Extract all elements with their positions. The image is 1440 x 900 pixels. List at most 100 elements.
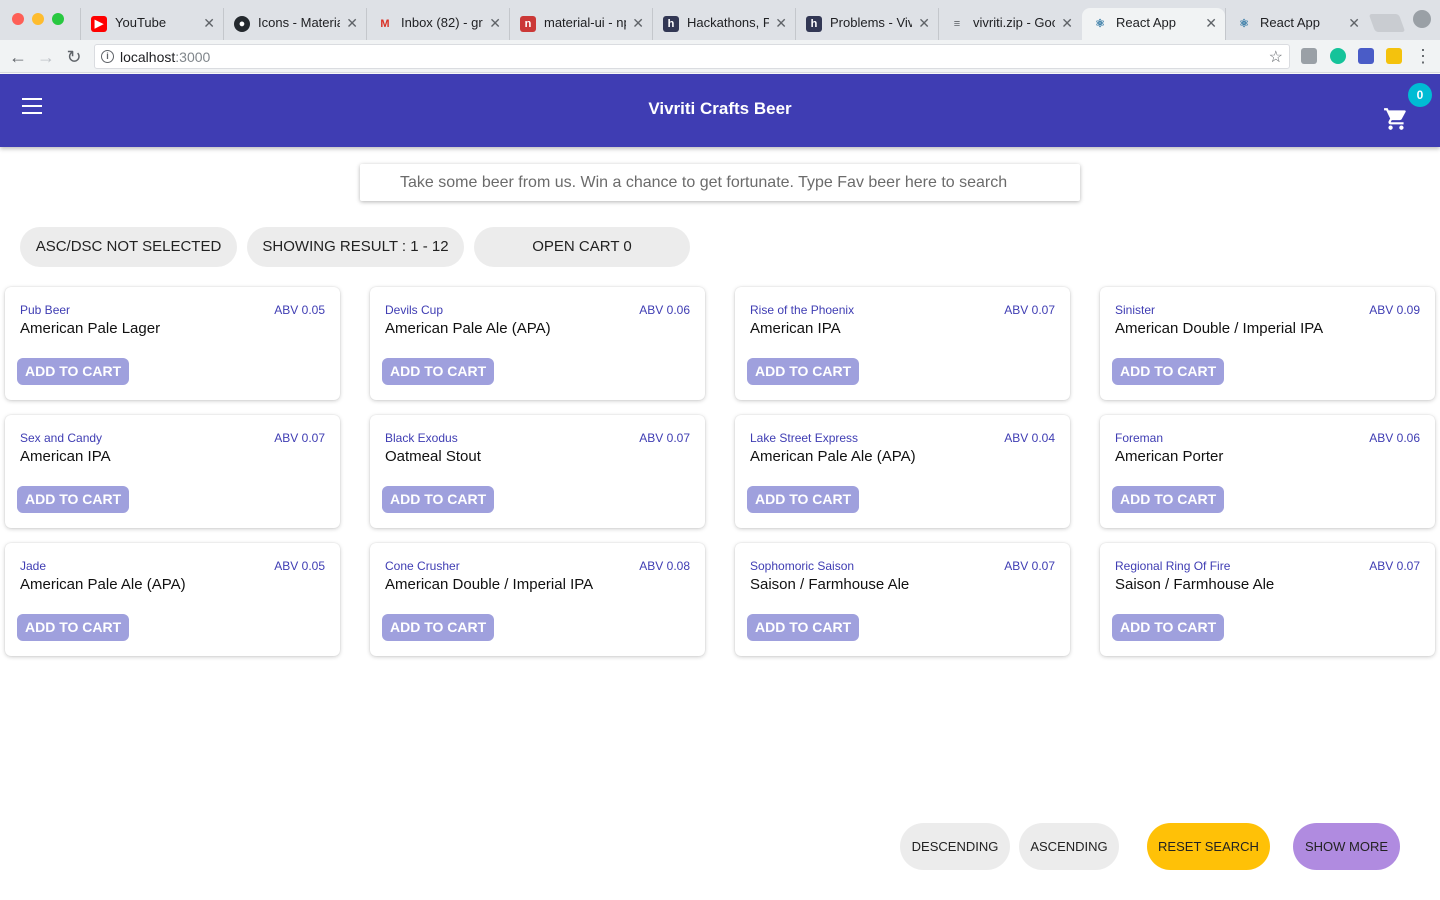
- reset-search-button[interactable]: RESET SEARCH: [1147, 823, 1270, 870]
- info-icon[interactable]: i: [101, 50, 114, 63]
- beer-style: American IPA: [750, 320, 841, 337]
- browser-tab[interactable]: h Problems - Vivriti ✕: [795, 8, 938, 40]
- beer-abv: ABV 0.07: [274, 431, 325, 445]
- add-to-cart-button[interactable]: ADD TO CART: [747, 486, 860, 513]
- beer-style: American Porter: [1115, 448, 1224, 465]
- beer-style: Oatmeal Stout: [385, 448, 481, 465]
- browser-tab[interactable]: ≡ vivriti.zip - Google ✕: [938, 8, 1081, 40]
- beer-style: American Pale Ale (APA): [385, 320, 551, 337]
- browser-tab[interactable]: ▶ YouTube ✕: [80, 8, 223, 40]
- show-more-button[interactable]: SHOW MORE: [1293, 823, 1400, 870]
- react-icon: ⚛: [1239, 18, 1249, 30]
- add-to-cart-button[interactable]: ADD TO CART: [747, 358, 860, 385]
- add-to-cart-button[interactable]: ADD TO CART: [17, 486, 130, 513]
- beer-abv: ABV 0.05: [274, 559, 325, 573]
- beer-style: American IPA: [20, 448, 111, 465]
- close-window-button[interactable]: [12, 13, 24, 25]
- browser-tab[interactable]: h Hackathons, Progr ✕: [652, 8, 795, 40]
- browser-tab-active[interactable]: ⚛ React App ✕: [1082, 8, 1225, 40]
- results-range-chip[interactable]: SHOWING RESULT : 1 - 12: [247, 227, 464, 267]
- reload-icon[interactable]: ↻: [61, 44, 87, 70]
- bookmark-star-icon[interactable]: ☆: [1269, 47, 1283, 67]
- url-port: :3000: [175, 49, 211, 65]
- beer-style: American Double / Imperial IPA: [385, 576, 594, 593]
- tab-title: Icons - Material-UI: [258, 15, 340, 30]
- beer-card: Jade ABV 0.05 American Pale Ale (APA) AD…: [5, 543, 340, 656]
- tab-title: material-ui - npm: [544, 15, 626, 30]
- beer-card: Foreman ABV 0.06 American Porter ADD TO …: [1100, 415, 1435, 528]
- close-tab-icon[interactable]: ✕: [203, 8, 215, 38]
- forward-arrow-icon[interactable]: →: [33, 44, 59, 70]
- close-tab-icon[interactable]: ✕: [346, 8, 358, 38]
- minimize-window-button[interactable]: [32, 13, 44, 25]
- shield-extension-icon[interactable]: [1386, 48, 1402, 64]
- back-arrow-icon[interactable]: ←: [5, 44, 31, 70]
- beer-abv: ABV 0.08: [639, 559, 690, 573]
- browser-tab[interactable]: M Inbox (82) - grub ✕: [366, 8, 509, 40]
- close-tab-icon[interactable]: ✕: [489, 8, 501, 38]
- search-box: [360, 164, 1080, 201]
- beer-name: Pub Beer: [20, 303, 71, 317]
- beer-name: Sex and Candy: [20, 431, 103, 445]
- beer-name: Black Exodus: [385, 431, 458, 445]
- browser-tab[interactable]: n material-ui - npm ✕: [509, 8, 652, 40]
- app-title: Vivriti Crafts Beer: [648, 99, 792, 118]
- add-to-cart-button[interactable]: ADD TO CART: [382, 358, 495, 385]
- browser-toolbar: ← → ↻ i localhost:3000 ☆ ⋮: [0, 40, 1440, 73]
- browser-tab-strip: ▶ YouTube ✕ ● Icons - Material-UI ✕ M In…: [0, 0, 1440, 40]
- close-tab-icon[interactable]: ✕: [1205, 8, 1217, 38]
- beer-card: Sex and Candy ABV 0.07 American IPA ADD …: [5, 415, 340, 528]
- address-bar[interactable]: i localhost:3000 ☆: [94, 44, 1290, 69]
- shopping-cart-icon[interactable]: [1382, 106, 1410, 132]
- beer-style: American Double / Imperial IPA: [1115, 320, 1324, 337]
- beer-card: Sophomoric Saison ABV 0.07 Saison / Farm…: [735, 543, 1070, 656]
- open-cart-chip[interactable]: OPEN CART 0: [474, 227, 690, 267]
- add-to-cart-button[interactable]: ADD TO CART: [17, 614, 130, 641]
- sort-status-chip[interactable]: ASC/DSC NOT SELECTED: [20, 227, 237, 267]
- close-tab-icon[interactable]: ✕: [918, 8, 930, 38]
- beer-card: Black Exodus ABV 0.07 Oatmeal Stout ADD …: [370, 415, 705, 528]
- beer-abv: ABV 0.09: [1369, 303, 1420, 317]
- youtube-icon: ▶: [91, 16, 107, 32]
- beer-name: Jade: [20, 559, 47, 573]
- close-tab-icon[interactable]: ✕: [1348, 8, 1360, 38]
- add-to-cart-button[interactable]: ADD TO CART: [1112, 358, 1225, 385]
- grammarly-icon[interactable]: [1330, 48, 1346, 64]
- new-tab-button[interactable]: [1368, 14, 1406, 32]
- add-to-cart-button[interactable]: ADD TO CART: [382, 614, 495, 641]
- beer-name: Sinister: [1115, 303, 1156, 317]
- beer-name: Sophomoric Saison: [750, 559, 855, 573]
- beer-name: Foreman: [1115, 431, 1164, 445]
- beer-abv: ABV 0.06: [639, 303, 690, 317]
- descending-button[interactable]: DESCENDING: [900, 823, 1010, 870]
- add-to-cart-button[interactable]: ADD TO CART: [1112, 486, 1225, 513]
- profile-icon[interactable]: [1413, 10, 1431, 28]
- close-tab-icon[interactable]: ✕: [775, 8, 787, 38]
- extension-icon[interactable]: [1301, 48, 1317, 64]
- hackerearth-icon: h: [663, 16, 679, 32]
- add-to-cart-button[interactable]: ADD TO CART: [382, 486, 495, 513]
- browser-tab[interactable]: ● Icons - Material-UI ✕: [223, 8, 366, 40]
- browser-menu-icon[interactable]: ⋮: [1414, 46, 1432, 66]
- browser-tab[interactable]: ⚛ React App ✕: [1225, 8, 1368, 40]
- add-to-cart-button[interactable]: ADD TO CART: [1112, 614, 1225, 641]
- close-tab-icon[interactable]: ✕: [632, 8, 644, 38]
- npm-icon: n: [520, 16, 536, 32]
- beer-style: American Pale Ale (APA): [20, 576, 186, 593]
- ascending-button[interactable]: ASCENDING: [1019, 823, 1119, 870]
- beer-abv: ABV 0.04: [1004, 431, 1055, 445]
- add-to-cart-button[interactable]: ADD TO CART: [17, 358, 130, 385]
- beer-card: Lake Street Express ABV 0.04 American Pa…: [735, 415, 1070, 528]
- add-to-cart-button[interactable]: ADD TO CART: [747, 614, 860, 641]
- extension-icon[interactable]: [1358, 48, 1374, 64]
- tab-title: React App: [1116, 15, 1176, 30]
- github-icon: ●: [234, 16, 250, 32]
- close-tab-icon[interactable]: ✕: [1061, 8, 1073, 38]
- maximize-window-button[interactable]: [52, 13, 64, 25]
- url-host: localhost: [120, 49, 176, 65]
- tab-title: React App: [1260, 15, 1320, 30]
- beer-card: Rise of the Phoenix ABV 0.07 American IP…: [735, 287, 1070, 400]
- search-input[interactable]: [360, 164, 1080, 201]
- beer-abv: ABV 0.07: [1004, 559, 1055, 573]
- beer-style: Saison / Farmhouse Ale: [1115, 576, 1275, 593]
